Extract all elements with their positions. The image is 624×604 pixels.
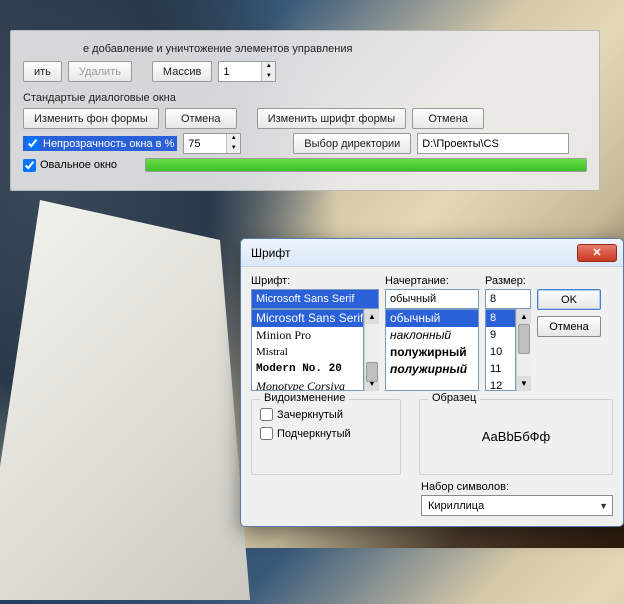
spinner-down[interactable]: ▼ — [262, 72, 275, 82]
size-option[interactable]: 11 — [486, 361, 515, 378]
ok-button[interactable]: OK — [537, 289, 601, 310]
size-input[interactable] — [485, 289, 531, 309]
size-scroll-down-icon[interactable]: ▼ — [517, 376, 531, 391]
oval-window-label: Овальное окно — [40, 159, 117, 171]
add-button[interactable]: ить — [23, 61, 62, 82]
sample-legend: Образец — [428, 392, 480, 404]
font-option[interactable]: Monotype Corsiva — [252, 378, 363, 391]
progress-fill — [146, 159, 586, 171]
scroll-thumb[interactable] — [366, 362, 378, 382]
size-option[interactable]: 10 — [486, 344, 515, 361]
style-option[interactable]: обычный — [386, 310, 478, 327]
opacity-input[interactable] — [184, 134, 226, 153]
opacity-spinner[interactable]: ▲ ▼ — [183, 133, 241, 154]
sample-text: АаВbБбФф — [428, 408, 604, 464]
style-input[interactable] — [385, 289, 479, 309]
sample-group: Образец АаВbБбФф — [419, 399, 613, 475]
opacity-spinner-down[interactable]: ▼ — [227, 144, 240, 154]
choose-directory-button[interactable]: Выбор директории — [293, 133, 411, 154]
font-option[interactable]: Mistral — [252, 344, 363, 361]
chevron-down-icon: ▼ — [599, 501, 608, 511]
array-count-input[interactable] — [219, 62, 261, 81]
style-option[interactable]: полужирный — [386, 361, 478, 378]
opacity-checkbox-row[interactable]: Непрозрачность окна в % — [23, 136, 177, 151]
charset-dropdown[interactable]: Кириллица ▼ — [421, 495, 613, 516]
cancel-bg-button[interactable]: Отмена — [165, 108, 237, 129]
font-option[interactable]: Microsoft Sans Serif — [252, 310, 363, 327]
underline-checkbox-row[interactable]: Подчеркнутый — [260, 427, 392, 440]
close-icon: ✕ — [592, 246, 601, 259]
opacity-spinner-up[interactable]: ▲ — [227, 134, 240, 144]
underline-label: Подчеркнутый — [277, 428, 351, 440]
size-option[interactable]: 9 — [486, 327, 515, 344]
main-form-panel: е добавление и уничтожение элементов упр… — [10, 30, 600, 191]
font-listbox[interactable]: Microsoft Sans SerifMinion ProMistralMod… — [251, 309, 364, 391]
style-option[interactable]: наклонный — [386, 327, 478, 344]
opacity-checkbox[interactable] — [26, 137, 39, 150]
scroll-up-icon[interactable]: ▲ — [365, 309, 379, 324]
size-scroll-up-icon[interactable]: ▲ — [517, 309, 531, 324]
oval-window-checkbox[interactable] — [23, 159, 36, 172]
delete-button[interactable]: Удалить — [68, 61, 132, 82]
opacity-checkbox-label: Непрозрачность окна в % — [43, 138, 174, 150]
size-listbox[interactable]: 891011121416 — [485, 309, 516, 391]
font-name-input[interactable] — [251, 289, 379, 309]
progress-bar — [145, 158, 587, 172]
size-option[interactable]: 12 — [486, 378, 515, 391]
standard-dialogs-label: Стандартые диалоговые окна — [23, 92, 587, 104]
spinner-up[interactable]: ▲ — [262, 62, 275, 72]
font-label: Шрифт: — [251, 275, 379, 287]
underline-checkbox[interactable] — [260, 427, 273, 440]
charset-value: Кириллица — [428, 500, 484, 512]
cancel-button[interactable]: Отмена — [537, 316, 601, 337]
strikeout-label: Зачеркнутый — [277, 409, 343, 421]
font-option[interactable]: Minion Pro — [252, 327, 363, 344]
style-listbox[interactable]: обычныйнаклонныйполужирныйполужирный — [385, 309, 479, 391]
dialog-title: Шрифт — [251, 246, 290, 260]
size-option[interactable]: 8 — [486, 310, 515, 327]
strikeout-checkbox[interactable] — [260, 408, 273, 421]
oval-window-checkbox-row[interactable]: Овальное окно — [23, 159, 117, 172]
dialog-titlebar[interactable]: Шрифт ✕ — [241, 239, 623, 267]
style-option[interactable]: полужирный — [386, 344, 478, 361]
charset-label: Набор символов: — [421, 481, 613, 493]
size-list-scrollbar[interactable]: ▲ ▼ — [516, 309, 531, 391]
font-option[interactable]: Modern No. 20 — [252, 361, 363, 378]
cancel-font-button[interactable]: Отмена — [412, 108, 484, 129]
change-form-bg-button[interactable]: Изменить фон формы — [23, 108, 159, 129]
strikeout-checkbox-row[interactable]: Зачеркнутый — [260, 408, 392, 421]
font-dialog: Шрифт ✕ Шрифт: Microsoft Sans SerifMinio… — [240, 238, 624, 527]
effects-group: Видоизменение Зачеркнутый Подчеркнутый — [251, 399, 401, 475]
size-scroll-thumb[interactable] — [518, 324, 530, 354]
size-label: Размер: — [485, 275, 531, 287]
font-list-scrollbar[interactable]: ▲ ▼ — [364, 309, 379, 391]
directory-field[interactable] — [417, 133, 569, 154]
change-form-font-button[interactable]: Изменить шрифт формы — [257, 108, 406, 129]
dynamic-controls-label: е добавление и уничтожение элементов упр… — [83, 43, 587, 55]
array-button[interactable]: Массив — [152, 61, 212, 82]
close-button[interactable]: ✕ — [577, 244, 617, 262]
array-count-spinner[interactable]: ▲ ▼ — [218, 61, 276, 82]
style-label: Начертание: — [385, 275, 479, 287]
effects-legend: Видоизменение — [260, 392, 349, 404]
